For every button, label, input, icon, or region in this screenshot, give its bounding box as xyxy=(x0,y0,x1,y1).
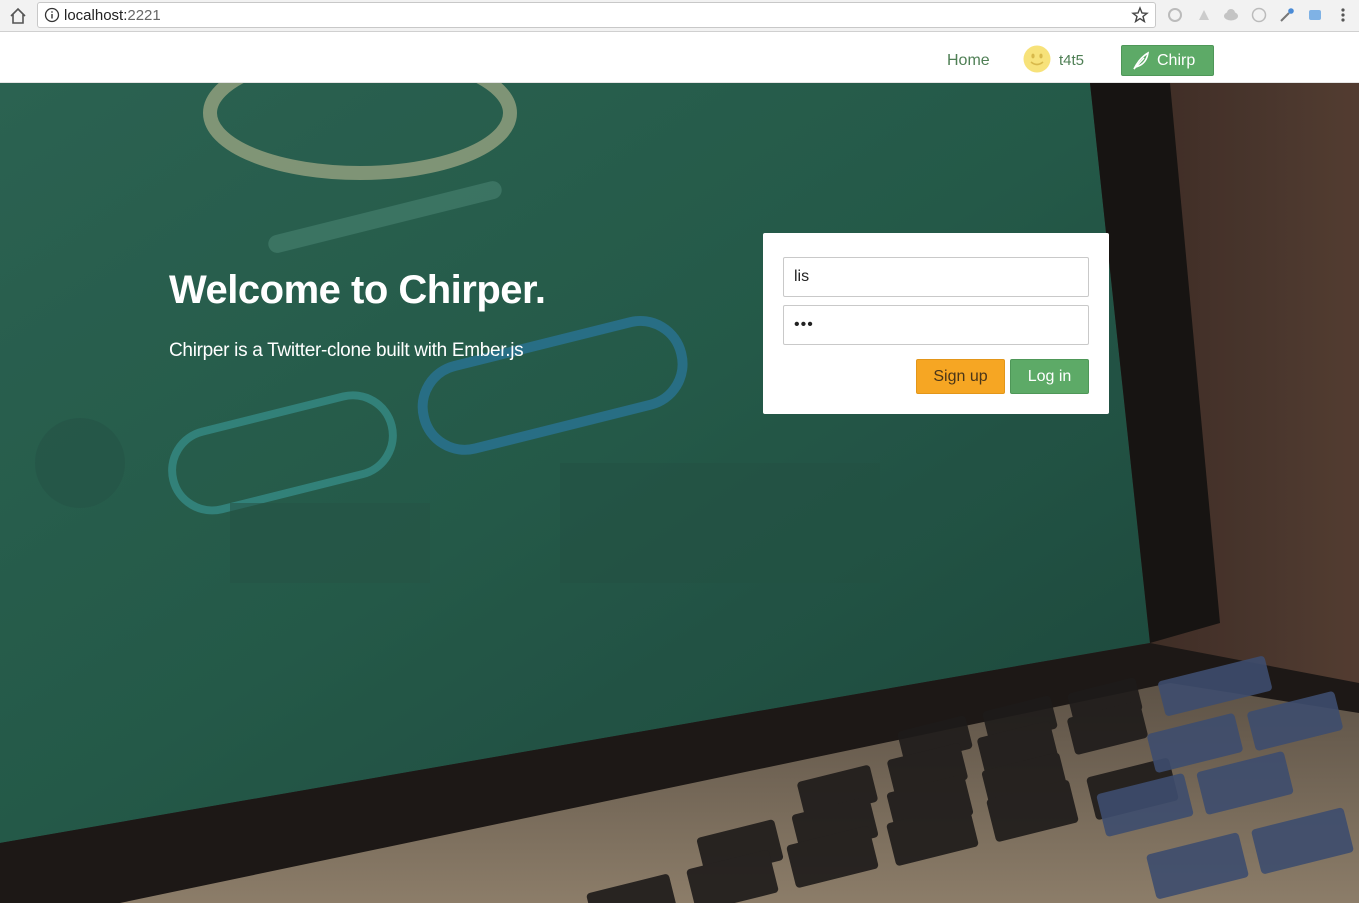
username-input[interactable] xyxy=(783,257,1089,297)
feather-icon xyxy=(1133,51,1150,70)
app-navbar: Home t4t5 Chirp xyxy=(0,32,1359,83)
cloud-icon[interactable] xyxy=(1222,6,1240,24)
address-bar[interactable]: localhost:2221 xyxy=(37,2,1156,28)
home-icon[interactable] xyxy=(8,6,28,26)
browser-toolbar: localhost:2221 xyxy=(0,0,1359,32)
chirp-button-label: Chirp xyxy=(1157,52,1196,69)
login-card: Sign up Log in xyxy=(763,233,1109,414)
menu-dots-icon[interactable] xyxy=(1334,6,1352,24)
hero-section: Welcome to Chirper. Chirper is a Twitter… xyxy=(0,83,1359,903)
nav-home-link[interactable]: Home xyxy=(947,52,990,70)
extension-icon[interactable] xyxy=(1166,6,1184,24)
extension-icon[interactable] xyxy=(1306,6,1324,24)
chirp-button[interactable]: Chirp xyxy=(1121,45,1214,76)
nav-username[interactable]: t4t5 xyxy=(1059,52,1084,69)
hero-title: Welcome to Chirper. xyxy=(169,268,546,312)
password-input[interactable] xyxy=(783,305,1089,345)
login-button[interactable]: Log in xyxy=(1010,359,1089,394)
info-icon[interactable] xyxy=(44,7,60,23)
signup-button[interactable]: Sign up xyxy=(916,359,1005,394)
eyedropper-icon[interactable] xyxy=(1278,6,1296,24)
laptop-background-image xyxy=(0,83,1359,903)
user-avatar[interactable] xyxy=(1023,45,1051,73)
bookmark-star-icon[interactable] xyxy=(1131,6,1149,24)
extension-icon[interactable] xyxy=(1250,6,1268,24)
url-text[interactable]: localhost:2221 xyxy=(64,7,161,24)
hero-subtitle: Chirper is a Twitter-clone built with Em… xyxy=(169,340,524,361)
extension-icon[interactable] xyxy=(1195,6,1213,24)
